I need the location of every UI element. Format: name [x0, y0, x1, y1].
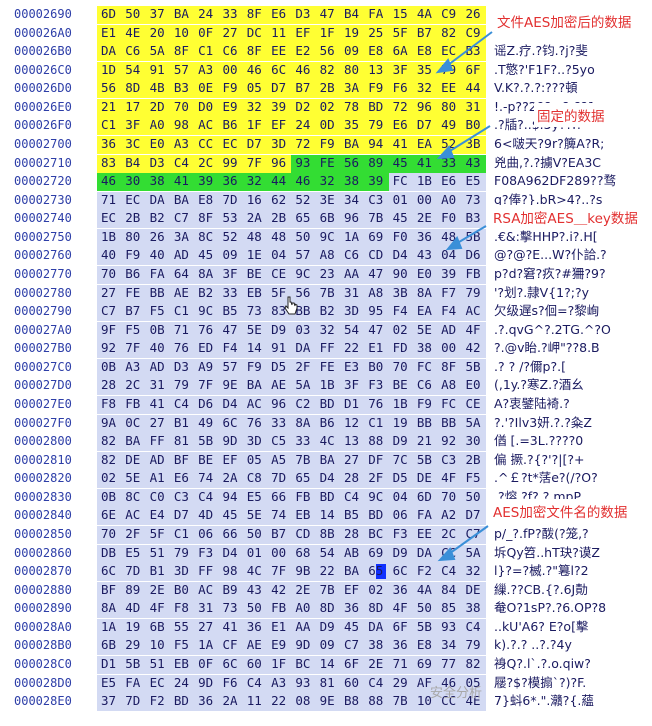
- annotation-rsa-key-data: RSA加密AES＿key数据: [490, 205, 641, 229]
- annotation-aes-filename-data: AES加密文件名的数据: [490, 499, 631, 523]
- watermark: 安全分析: [430, 686, 483, 701]
- arrowhead-encrypted-data: [435, 58, 454, 74]
- arrow-encrypted-data: [443, 31, 493, 69]
- hex-editor-view: 00002690 6D 50 37 BA 24 33 8F E6 D3 47 B4 FA 15 4A C9 26…: [0, 0, 652, 726]
- mouse-pointer-icon: [284, 296, 298, 315]
- annotation-encrypted-data: 文件AES加密后的数据: [494, 9, 635, 33]
- annotation-fixed-data: 固定的数据: [534, 103, 608, 127]
